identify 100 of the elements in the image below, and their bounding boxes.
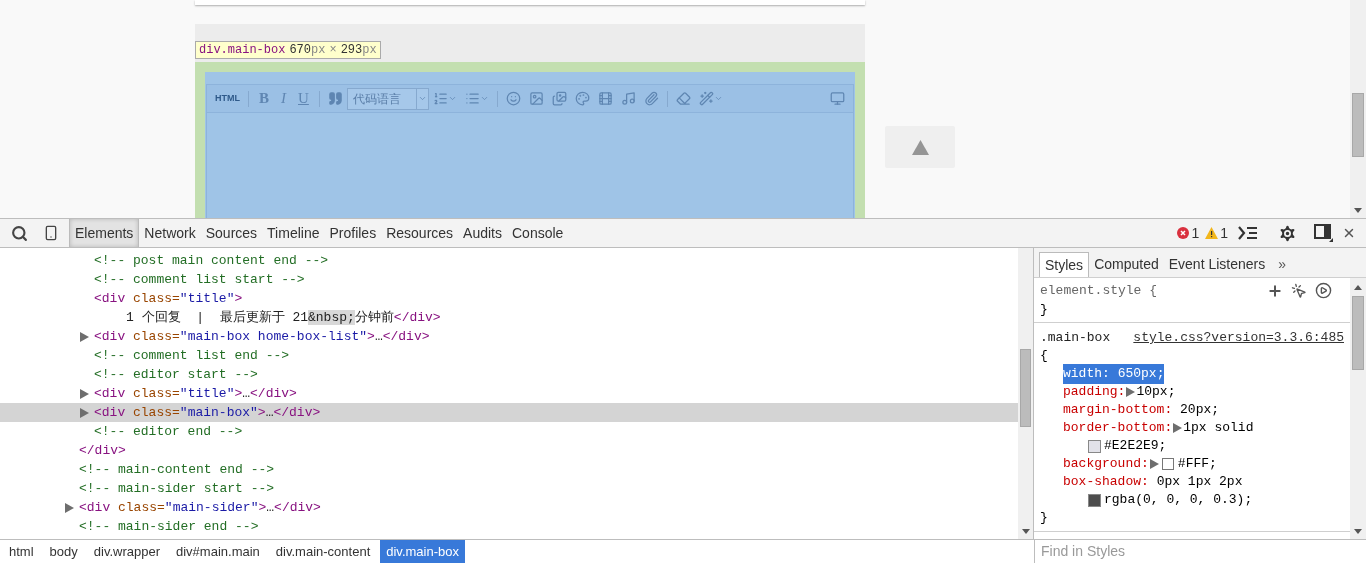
- code-line: <!-- comment list end -->: [94, 346, 290, 365]
- paperclip-icon[interactable]: [643, 91, 659, 106]
- css-property[interactable]: box-shadow: 0px 1px 2px: [1063, 472, 1243, 492]
- brace-text: }: [1040, 300, 1048, 319]
- breadcrumb-item[interactable]: div#main.main: [170, 540, 266, 563]
- expand-triangle-icon[interactable]: [1149, 459, 1159, 469]
- settings-icon[interactable]: [1277, 222, 1298, 244]
- caret-icon: [479, 94, 489, 103]
- sidebar-tab[interactable]: Event Listeners: [1163, 252, 1271, 277]
- expand-triangle-icon[interactable]: [1126, 387, 1136, 397]
- warning-icon[interactable]: [1205, 227, 1219, 239]
- breadcrumb-item[interactable]: div.wrapper: [87, 540, 166, 563]
- filter-field[interactable]: Find in Styles: [1034, 540, 1366, 563]
- search-icon[interactable]: [11, 224, 28, 242]
- scroll-down-icon[interactable]: [1021, 529, 1030, 534]
- panel-tab[interactable]: Network: [139, 219, 201, 247]
- tree-row[interactable]: <!-- post main content end -->: [0, 251, 1018, 270]
- color-swatch[interactable]: [1089, 440, 1100, 452]
- sidebar-tab[interactable]: Computed: [1089, 252, 1164, 277]
- styles-scrollbar[interactable]: [1350, 278, 1366, 539]
- tree-row[interactable]: <div class="main-sider">…</div>: [0, 498, 1018, 517]
- color-swatch[interactable]: [1089, 494, 1100, 506]
- numbered-list-icon[interactable]: [432, 91, 448, 106]
- film-icon[interactable]: [597, 91, 613, 106]
- warning-count: 1: [1220, 223, 1228, 243]
- expand-triangle-icon[interactable]: [80, 407, 89, 418]
- breadcrumb-item[interactable]: html: [3, 540, 40, 563]
- tree-row[interactable]: 1 个回复 | 最后更新于 21&nbsp;分钟前</div>: [0, 308, 1018, 327]
- tree-row[interactable]: <!-- comment list end -->: [0, 346, 1018, 365]
- source-link[interactable]: style.css?version=3.3.6:485: [1133, 328, 1344, 348]
- dock-icon[interactable]: [1314, 224, 1334, 242]
- panel-tab[interactable]: Timeline: [262, 219, 325, 247]
- expand-triangle-icon[interactable]: [80, 331, 89, 342]
- expand-triangle-icon[interactable]: [1173, 423, 1183, 433]
- smiley-icon[interactable]: [505, 91, 521, 106]
- selector-text: .main-box: [1040, 329, 1111, 348]
- expand-triangle-icon[interactable]: [80, 388, 89, 399]
- scroll-down-icon[interactable]: [1354, 529, 1362, 534]
- css-property[interactable]: border-bottom: 1px solid: [1063, 418, 1254, 438]
- code-line: <!-- comment list start -->: [94, 270, 305, 289]
- panel-tab[interactable]: Elements: [69, 219, 140, 247]
- tree-row[interactable]: <!-- main-sider start -->: [0, 479, 1018, 498]
- scroll-thumb[interactable]: [1020, 349, 1031, 427]
- magic-wand-icon[interactable]: [698, 91, 714, 106]
- tree-row[interactable]: <!-- editor start -->: [0, 365, 1018, 384]
- code-line: <!-- post main content end -->: [94, 251, 329, 270]
- css-property[interactable]: margin-bottom: 20px;: [1063, 400, 1220, 420]
- panel-tab[interactable]: Sources: [200, 219, 263, 247]
- panel-tab[interactable]: Audits: [458, 219, 507, 247]
- tree-row[interactable]: <!-- editor end -->: [0, 422, 1018, 441]
- error-icon[interactable]: [1177, 227, 1190, 239]
- palette-icon[interactable]: [574, 91, 590, 106]
- code-line: 1 个回复 | 最后更新于 21&nbsp;分钟前</div>: [126, 308, 441, 327]
- images-icon[interactable]: [551, 91, 567, 106]
- selector-text: element.style {: [1040, 281, 1158, 300]
- element-state-icon[interactable]: [1291, 282, 1307, 299]
- scroll-down-icon[interactable]: [1354, 208, 1362, 213]
- panel-tab[interactable]: Resources: [381, 219, 459, 247]
- tree-row[interactable]: <div class="title">…</div>: [0, 384, 1018, 403]
- breadcrumb-item[interactable]: div.main-content: [269, 540, 377, 563]
- color-swatch[interactable]: [1161, 458, 1174, 470]
- panel-tab[interactable]: Console: [507, 219, 569, 247]
- back-to-top-button[interactable]: [885, 126, 955, 168]
- expand-triangle-icon[interactable]: [65, 502, 74, 513]
- breadcrumb-item[interactable]: body: [43, 540, 84, 563]
- tree-row[interactable]: <!-- main-sider end -->: [0, 517, 1018, 536]
- code-line: <!-- main-sider end -->: [79, 517, 259, 536]
- tree-row[interactable]: <div class="title">: [0, 289, 1018, 308]
- quote-icon[interactable]: [327, 91, 343, 106]
- error-count: 1: [1191, 223, 1200, 243]
- code-line: <!-- editor end -->: [94, 422, 243, 441]
- tree-row[interactable]: <!-- comment list start -->: [0, 270, 1018, 289]
- tree-row[interactable]: <!-- main-content end -->: [0, 460, 1018, 479]
- breadcrumb-item[interactable]: div.main-box: [380, 540, 465, 563]
- bullet-list-icon[interactable]: [464, 91, 480, 106]
- html-button[interactable]: HTML: [211, 91, 244, 106]
- console-drawer-icon[interactable]: [1238, 226, 1258, 240]
- music-icon[interactable]: [620, 91, 636, 106]
- monitor-icon[interactable]: [830, 91, 845, 106]
- css-property[interactable]: background: #FFF;: [1063, 454, 1217, 474]
- add-icon[interactable]: [1267, 282, 1283, 299]
- sidebar-tab[interactable]: Styles: [1039, 252, 1090, 277]
- code-line: <!-- main-sider start -->: [79, 479, 275, 498]
- scroll-up-icon[interactable]: [1354, 285, 1362, 290]
- close-icon[interactable]: [1342, 226, 1356, 240]
- panel-tab[interactable]: Profiles: [324, 219, 382, 247]
- tree-scrollbar[interactable]: [1018, 248, 1033, 539]
- code-line: <div class="main-sider">…</div>: [79, 498, 321, 517]
- page-scrollbar[interactable]: [1350, 0, 1366, 218]
- animation-icon[interactable]: [1315, 282, 1332, 299]
- css-property[interactable]: padding: 10px;: [1063, 382, 1176, 402]
- scroll-thumb[interactable]: [1352, 296, 1364, 370]
- image-icon[interactable]: [528, 91, 544, 106]
- eraser-icon[interactable]: [675, 91, 691, 106]
- scroll-thumb[interactable]: [1352, 93, 1364, 157]
- more-tabs-button[interactable]: »: [1270, 252, 1294, 277]
- device-icon[interactable]: [43, 224, 59, 242]
- tree-row[interactable]: <div class="main-box">…</div>: [0, 403, 1018, 422]
- css-property[interactable]: width: 650px;: [1063, 364, 1165, 384]
- tree-row[interactable]: <div class="main-box home-box-list">…</div>: [0, 327, 1018, 346]
